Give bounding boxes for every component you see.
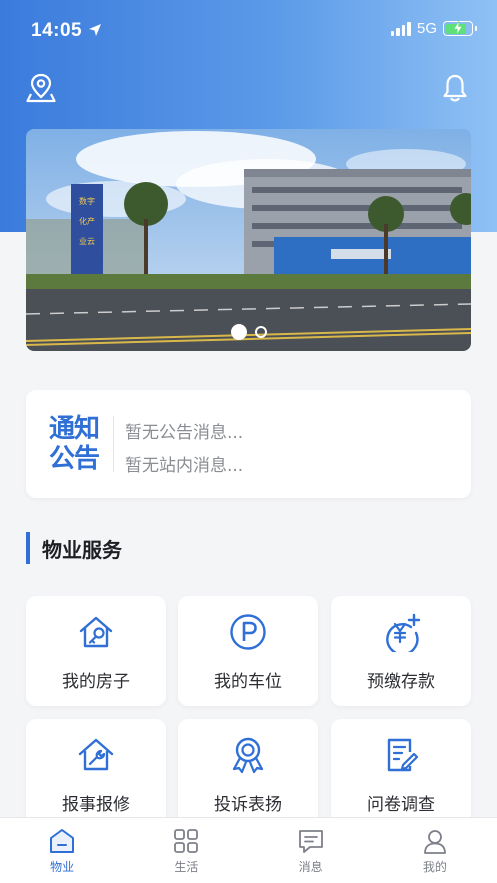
tab-property[interactable]: 物业 — [0, 818, 124, 883]
svg-text:化产: 化产 — [79, 216, 95, 226]
chat-icon — [298, 830, 323, 853]
section-title: 物业服务 — [26, 532, 122, 564]
house-repair-icon — [78, 738, 114, 771]
carousel-dot-active[interactable] — [230, 324, 247, 340]
service-prepaid-deposit[interactable]: 预缴存款 — [331, 596, 471, 706]
status-bar: 14:05 5G — [0, 0, 497, 62]
svg-text:数字: 数字 — [79, 196, 95, 206]
service-label: 问卷调查 — [367, 795, 435, 815]
service-my-house[interactable]: 我的房子 — [26, 596, 166, 706]
home-icon — [50, 829, 75, 853]
battery-icon — [443, 21, 477, 36]
location-pin-icon[interactable] — [25, 72, 57, 104]
tab-label: 我的 — [422, 860, 447, 874]
yuan-deposit-icon — [386, 613, 421, 652]
tab-mine[interactable]: 我的 — [373, 818, 497, 883]
grid-icon — [174, 829, 199, 853]
service-label: 预缴存款 — [367, 672, 435, 692]
notice-badge-line2: 公告 — [48, 444, 100, 474]
announcement-text[interactable]: 暂无公告消息... — [125, 418, 243, 443]
carousel-dot[interactable] — [254, 326, 267, 338]
section-title-text: 物业服务 — [42, 537, 122, 562]
service-label: 我的房子 — [62, 672, 130, 692]
service-label: 我的车位 — [214, 672, 282, 692]
svg-text:业云: 业云 — [79, 236, 95, 246]
notice-badge-line1: 通知 — [48, 414, 100, 444]
service-label: 投诉表扬 — [214, 795, 282, 815]
tab-label: 物业 — [50, 860, 75, 874]
parking-icon — [230, 614, 266, 650]
banner-carousel[interactable]: 数字 化产 业云 — [26, 129, 471, 351]
tab-messages[interactable]: 消息 — [249, 818, 373, 883]
service-complaint-praise[interactable]: 投诉表扬 — [178, 719, 318, 829]
station-message-text[interactable]: 暂无站内消息... — [125, 451, 243, 476]
tab-label: 消息 — [298, 860, 323, 874]
tab-life[interactable]: 生活 — [124, 818, 248, 883]
banner-image: 数字 化产 业云 — [26, 129, 471, 351]
service-label: 报事报修 — [62, 795, 130, 815]
notice-divider — [113, 416, 114, 472]
service-my-parking[interactable]: 我的车位 — [178, 596, 318, 706]
bell-icon[interactable] — [439, 72, 471, 104]
notice-card[interactable]: 通知 公告 暂无公告消息... 暂无站内消息... — [26, 390, 471, 498]
service-survey[interactable]: 问卷调查 — [331, 719, 471, 829]
section-title-bar — [26, 532, 30, 564]
location-arrow-icon — [89, 24, 101, 36]
signal-icon — [390, 21, 411, 36]
house-key-icon — [79, 616, 113, 648]
network-type: 5G — [416, 20, 437, 37]
tab-bar: 物业 生活 消息 我的 — [0, 817, 497, 883]
user-icon — [423, 830, 446, 854]
service-repair-report[interactable]: 报事报修 — [26, 719, 166, 829]
notice-badge: 通知 公告 — [44, 414, 104, 474]
award-ribbon-icon — [232, 737, 264, 774]
survey-edit-icon — [387, 738, 419, 772]
tab-label: 生活 — [174, 860, 199, 874]
status-time: 14:05 — [31, 20, 83, 41]
carousel-indicator[interactable] — [26, 324, 471, 340]
